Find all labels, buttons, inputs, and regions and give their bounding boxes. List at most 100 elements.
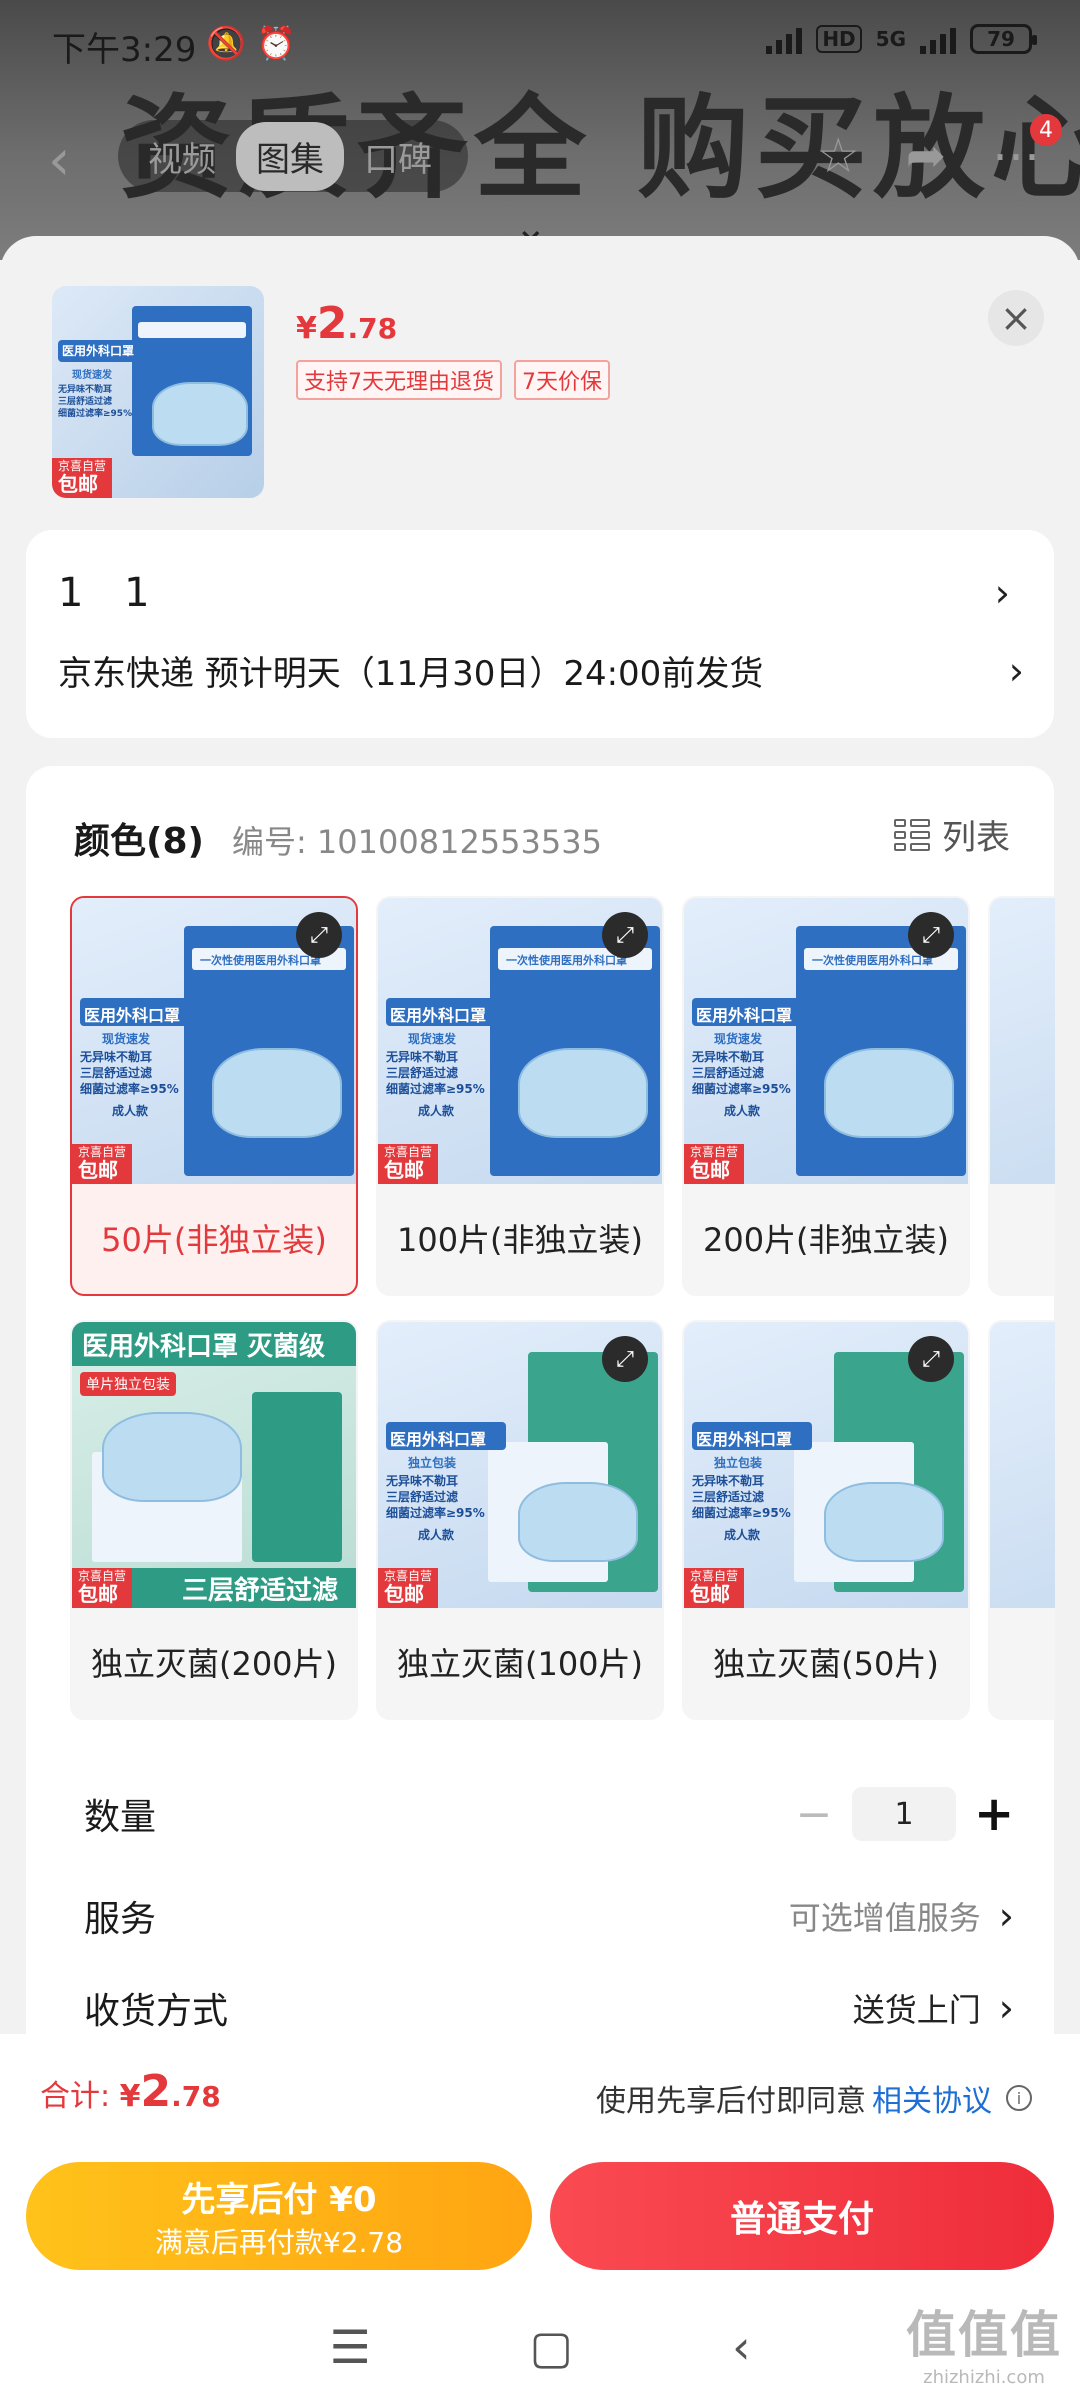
close-icon: × [1000, 296, 1032, 340]
option-card-6[interactable]: 医用外科口罩 独立包装 无异味不勒耳 三层舒适过滤 细菌过滤率≥95% 成人款 … [682, 1320, 970, 1720]
service-label: 服务 [84, 1899, 157, 1940]
service-tags: 支持7天无理由退货 7天价保 [296, 360, 610, 400]
option-image: 医用外科口罩 灭菌级 单片独立包装 三层舒适过滤 京喜自营 包邮 [72, 1322, 356, 1608]
checkout-bar: 合计: ¥2.78 使用先享后付即同意 相关协议 i 先享后付 ¥0 满意后再付… [0, 2034, 1080, 2400]
option-image: 医用外科口罩 独立包装 无异味不勒耳 三层舒适过滤 细菌过滤率≥95% 成人款 … [684, 1322, 968, 1608]
chevron-right-icon: › [1008, 648, 1024, 693]
option-card-3[interactable]: 一次性使用医用外科口罩 医用外科口罩 现货速发 无异味不勒耳 三层舒适过滤 细菌… [682, 896, 970, 1296]
watermark: 值值值 zhizhizhi.com [906, 2306, 1062, 2388]
status-bar: 下午3:29 🔕 ⏰ HD 5G 79 [0, 0, 1080, 80]
option-card-5[interactable]: 医用外科口罩 独立包装 无异味不勒耳 三层舒适过滤 细菌过滤率≥95% 成人款 … [376, 1320, 664, 1720]
option-image: 一次性使用医用外科口罩 医用外科口罩 现货速发 无异味不勒耳 三层舒适过滤 细菌… [378, 898, 662, 1184]
jd-selfrun-tag: 京喜自营 包邮 [72, 1567, 133, 1608]
delivery-row[interactable]: 收货方式 送货上门 › [84, 1982, 1014, 2034]
plus-button[interactable]: + [974, 1786, 1014, 1842]
chevron-right-icon: › [998, 1894, 1014, 1938]
minus-button[interactable]: − [794, 1789, 834, 1840]
shipping-row[interactable]: 京东快递 预计明天（11月30日）24:00前发货 › [58, 646, 1024, 695]
option-card-partial-2[interactable] [988, 1320, 1055, 1720]
pay-later-sub: 满意后再付款¥2.78 [154, 2226, 404, 2259]
quantity-input[interactable]: 1 [852, 1787, 956, 1841]
return-policy-tag: 支持7天无理由退货 [296, 360, 502, 400]
option-label: 200片(非独立装) [702, 1221, 950, 1260]
expand-icon[interactable]: ⤢ [908, 1336, 954, 1382]
normal-pay-button[interactable]: 普通支付 [550, 2162, 1054, 2270]
signal-icon-2 [920, 24, 956, 54]
service-row[interactable]: 服务 可选增值服务 › [84, 1890, 1014, 1942]
mute-alarm-icons: 🔕 ⏰ [206, 24, 296, 62]
address-card[interactable]: 1 1 › 京东快递 预计明天（11月30日）24:00前发货 › [26, 530, 1054, 738]
tab-gallery[interactable]: 图集 [236, 121, 344, 191]
option-label: 独立灭菌(200片) [90, 1645, 338, 1684]
jd-selfrun-tag: 京喜自营 包邮 [378, 1143, 439, 1184]
top-actions: ☆ ➦ ⋯ 4 [817, 114, 1062, 184]
notification-badge: 4 [1030, 114, 1062, 146]
pay-later-title: 先享后付 ¥0 [181, 2180, 377, 2220]
expand-icon[interactable]: ⤢ [602, 1336, 648, 1382]
option-label: 50片(非独立装) [101, 1221, 327, 1260]
quantity-stepper: − 1 + [794, 1786, 1015, 1842]
shipping-estimate: 京东快递 预计明天（11月30日）24:00前发货 [58, 654, 764, 694]
thumb-sub: 现货速发 [72, 370, 112, 381]
list-view-label: 列表 [942, 818, 1010, 858]
more-icon[interactable]: ⋯ 4 [992, 114, 1062, 184]
option-label: 独立灭菌(50片) [713, 1645, 939, 1684]
share-icon[interactable]: ➦ [906, 128, 946, 184]
jd-selfrun-tag: 京喜自营 包邮 [378, 1567, 439, 1608]
back-icon[interactable]: ‹ [48, 128, 70, 193]
back-nav-icon[interactable]: ‹ [732, 2320, 750, 2374]
home-icon[interactable]: ▢ [530, 2320, 573, 2374]
status-right: HD 5G 79 [766, 24, 1037, 54]
tab-video[interactable]: 视频 [128, 122, 236, 191]
product-header: 医用外科口罩 现货速发 无异味不勒耳 三层舒适过滤 细菌过滤率≥95% 京喜自营… [0, 236, 1080, 526]
product-thumbnail[interactable]: 医用外科口罩 现货速发 无异味不勒耳 三层舒适过滤 细菌过滤率≥95% 京喜自营… [52, 286, 264, 498]
recipient-name: 1 1 [58, 570, 164, 616]
option-label: 100片(非独立装) [396, 1221, 644, 1260]
spec-card: 颜色(8) 编号: 10100812553535 列表 一次性使用医用外科口罩 … [26, 766, 1055, 2066]
product-price: ¥2.78 [296, 298, 398, 349]
option-image: 一次性使用医用外科口罩 医用外科口罩 现货速发 无异味不勒耳 三层舒适过滤 细菌… [684, 898, 968, 1184]
quantity-label: 数量 [84, 1797, 157, 1838]
agreement-link[interactable]: 相关协议 [872, 2076, 992, 2120]
option-card-4[interactable]: 医用外科口罩 灭菌级 单片独立包装 三层舒适过滤 京喜自营 包邮 独立灭菌(200… [70, 1320, 358, 1720]
jd-selfrun-tag: 京喜自营 包邮 [52, 457, 113, 498]
agreement-notice: 使用先享后付即同意 相关协议 i [596, 2076, 1032, 2120]
service-value: 可选增值服务 › [788, 1894, 1014, 1938]
list-view-toggle[interactable]: 列表 [894, 810, 1010, 859]
status-time: 下午3:29 [52, 30, 197, 70]
spec-header: 颜色(8) 编号: 10100812553535 [74, 812, 602, 864]
battery-icon: 79 [970, 24, 1037, 54]
option-card-1[interactable]: 一次性使用医用外科口罩 医用外科口罩 现货速发 无异味不勒耳 三层舒适过滤 细菌… [70, 896, 358, 1296]
chevron-right-icon: › [994, 571, 1024, 615]
signal-icon [766, 24, 803, 54]
delivery-value: 送货上门 › [852, 1986, 1014, 2030]
expand-icon[interactable]: ⤢ [602, 912, 648, 958]
network-label: 5G [875, 27, 906, 51]
tab-reviews[interactable]: 口碑 [344, 122, 452, 191]
pay-later-button[interactable]: 先享后付 ¥0 满意后再付款¥2.78 [26, 2162, 532, 2270]
product-code: 编号: 10100812553535 [231, 823, 602, 861]
list-icon [894, 818, 930, 851]
option-label: 独立灭菌(100片) [396, 1645, 644, 1684]
chevron-right-icon: › [998, 1986, 1014, 2030]
thumb-title: 医用外科口罩 [62, 344, 135, 358]
menu-icon[interactable]: ☰ [329, 2320, 370, 2374]
hd-icon: HD [816, 25, 862, 53]
quantity-row: 数量 − 1 + [84, 1786, 1014, 1842]
star-icon[interactable]: ☆ [817, 128, 860, 184]
option-card-partial-1[interactable] [988, 896, 1055, 1296]
jd-selfrun-tag: 京喜自营 包邮 [684, 1567, 745, 1608]
jd-selfrun-tag: 京喜自营 包邮 [684, 1143, 745, 1184]
agreement-text: 使用先享后付即同意 [596, 2084, 866, 2119]
recipient-row[interactable]: 1 1 › [58, 570, 1024, 616]
color-count-title: 颜色(8) [74, 821, 204, 862]
expand-icon[interactable]: ⤢ [296, 912, 342, 958]
background-product-page: 资质齐全 购买放心 下午3:29 🔕 ⏰ HD 5G 79 ‹ 视频 图集 口碑… [0, 0, 1080, 260]
close-button[interactable]: × [988, 290, 1044, 346]
info-icon[interactable]: i [1006, 2085, 1032, 2111]
delivery-label: 收货方式 [84, 1991, 229, 2032]
option-card-2[interactable]: 一次性使用医用外科口罩 医用外科口罩 现货速发 无异味不勒耳 三层舒适过滤 细菌… [376, 896, 664, 1296]
thumb-line-3: 细菌过滤率≥95% [58, 409, 133, 419]
expand-icon[interactable]: ⤢ [908, 912, 954, 958]
total-price: 合计: ¥2.78 [40, 2066, 221, 2117]
